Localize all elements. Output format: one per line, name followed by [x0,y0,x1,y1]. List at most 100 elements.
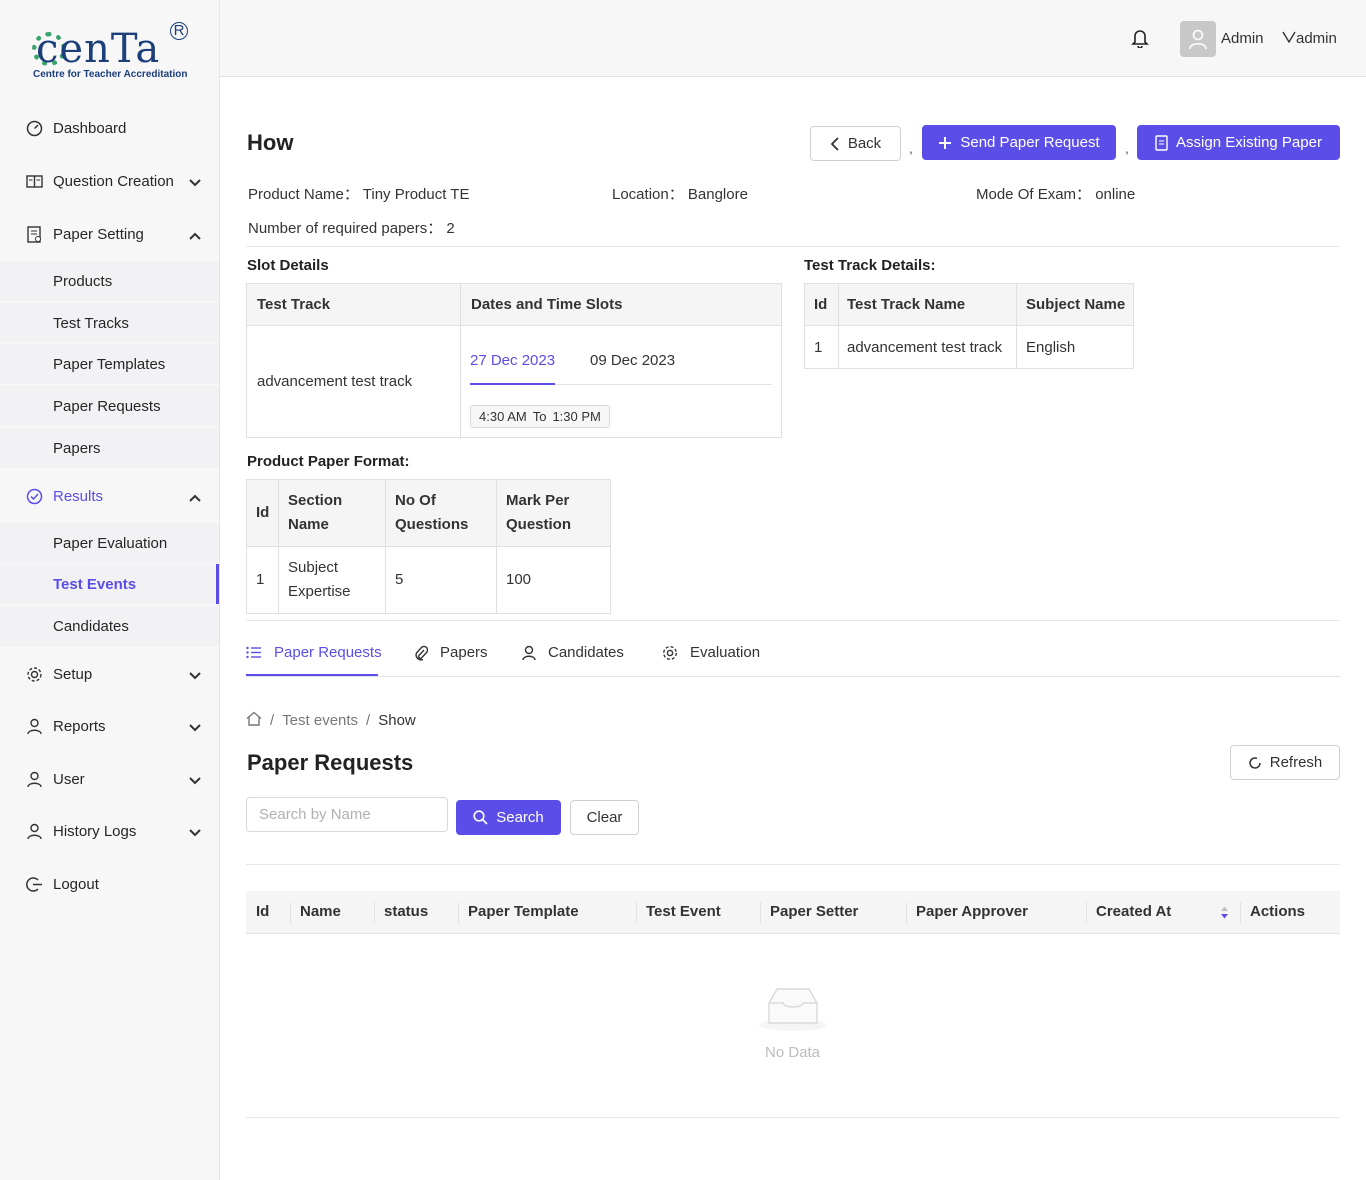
chevron-down-icon [189,719,201,736]
gear-icon [25,665,43,683]
header-admin-label[interactable]: Admin [1221,30,1264,47]
column-separator [906,902,907,924]
sidebar-sub-candidates[interactable]: Candidates [0,606,219,646]
column-separator [374,902,375,924]
column-separator [636,902,637,924]
refresh-icon [1248,756,1262,770]
user-icon [522,645,536,661]
send-paper-request-label: Send Paper Request [960,134,1100,151]
top-header: Admin admin [220,0,1366,77]
tt-col-id: Id [804,283,839,326]
sidebar-item-user[interactable]: User [0,758,219,800]
separator: , [1125,140,1129,156]
sidebar-sub-test-tracks[interactable]: Test Tracks [0,303,219,343]
tt-cell-name: advancement test track [838,325,1017,369]
time-from: 4:30 AM [479,409,527,424]
date-tab-09-dec[interactable]: 09 Dec 2023 [590,352,675,369]
search-input[interactable] [246,797,448,832]
sidebar-item-label: Setup [53,665,93,683]
avatar[interactable] [1180,21,1216,57]
sidebar-item-dashboard[interactable]: Dashboard [0,107,219,149]
column-separator [1240,902,1241,924]
date-tab-27-dec[interactable]: 27 Dec 2023 [470,352,555,369]
logout-icon [25,875,43,893]
tt-col-subject: Subject Name [1016,283,1134,326]
sidebar-item-question-creation[interactable]: Question Creation [0,160,219,202]
book-icon [25,172,43,190]
table-row: 1 advancement test track English [804,325,1134,369]
chevron-down-icon [189,824,201,841]
send-paper-request-button[interactable]: Send Paper Request [922,125,1116,160]
sidebar-sub-papers[interactable]: Papers [0,428,219,468]
user-icon [25,770,43,788]
slot-details-heading: Slot Details [247,257,329,274]
tab-evaluation[interactable]: Evaluation [662,644,760,661]
home-icon[interactable] [246,711,262,730]
sidebar-sub-paper-templates[interactable]: Paper Templates [0,344,219,384]
sidebar-item-label: User [53,770,85,788]
breadcrumb-test-events[interactable]: Test events [282,712,358,729]
tab-paper-requests[interactable]: Paper Requests [246,644,382,661]
file-icon [25,225,43,243]
sidebar-item-reports[interactable]: Reports [0,705,219,747]
tab-candidates[interactable]: Candidates [522,644,624,661]
sidebar-sub-test-events[interactable]: Test Events [0,564,219,604]
sidebar-sub-products[interactable]: Products [0,261,219,301]
refresh-label: Refresh [1269,754,1323,771]
sidebar-item-label: Paper Setting [53,225,144,243]
refresh-button[interactable]: Refresh [1230,745,1340,780]
header-user-menu[interactable]: admin [1282,30,1337,47]
user-icon [25,822,43,840]
sidebar-sub-paper-evaluation[interactable]: Paper Evaluation [0,523,219,563]
dashboard-icon [25,119,43,137]
mode-info: Mode Of Exam： online [976,186,1136,203]
registered-mark: R [170,22,188,40]
sort-icon[interactable] [1220,905,1229,924]
user-icon [25,717,43,735]
header-user-label: admin [1296,30,1337,47]
sidebar-item-history-logs[interactable]: History Logs [0,810,219,852]
clear-button[interactable]: Clear [570,800,639,835]
sidebar-item-label: Results [53,487,104,505]
pf-col-id: Id [246,479,279,547]
slot-col-test-track: Test Track [246,283,461,326]
breadcrumb-separator: / [366,712,371,729]
tab-label: Candidates [548,644,624,661]
divider [246,864,1340,865]
paper-format-heading: Product Paper Format: [247,453,410,470]
page-title: How [247,130,294,155]
col-status: status [384,903,429,920]
sidebar-sub-paper-requests[interactable]: Paper Requests [0,386,219,426]
col-paper-approver: Paper Approver [916,903,1028,920]
sidebar-item-results[interactable]: Results [0,475,219,517]
product-name-info: Product Name： Tiny Product TE [248,186,470,203]
sidebar-item-paper-setting[interactable]: Paper Setting [0,213,219,255]
list-icon [246,646,262,659]
pf-cell-section: Subject Expertise [278,546,386,614]
document-icon [1155,134,1168,151]
col-id: Id [256,903,270,920]
pf-cell-mark: 100 [496,546,611,614]
pf-col-mark: Mark Per Question [496,479,611,547]
location-info: Location： Banglore [612,186,748,203]
tab-papers[interactable]: Papers [414,644,488,661]
check-circle-icon [25,487,43,505]
assign-existing-paper-button[interactable]: Assign Existing Paper [1137,125,1340,160]
separator: , [909,140,913,156]
search-button-label: Search [496,809,544,826]
sidebar-item-setup[interactable]: Setup [0,653,219,695]
tt-cell-id: 1 [804,325,839,369]
chevron-down-icon [189,772,201,789]
back-button[interactable]: Back [810,126,901,161]
col-created-at[interactable]: Created At [1096,903,1171,920]
chevron-left-icon [830,136,840,151]
required-papers-info: Number of required papers： 2 [248,220,455,237]
sidebar-item-label: Logout [53,875,99,893]
sidebar-item-logout[interactable]: Logout [0,863,219,905]
bell-icon[interactable] [1131,28,1149,52]
assign-existing-paper-label: Assign Existing Paper [1176,134,1322,151]
test-track-details-heading: Test Track Details: [804,257,936,274]
search-button[interactable]: Search [456,800,561,835]
slot-col-dates: Dates and Time Slots [460,283,782,326]
breadcrumb: / Test events / Show [246,711,416,730]
